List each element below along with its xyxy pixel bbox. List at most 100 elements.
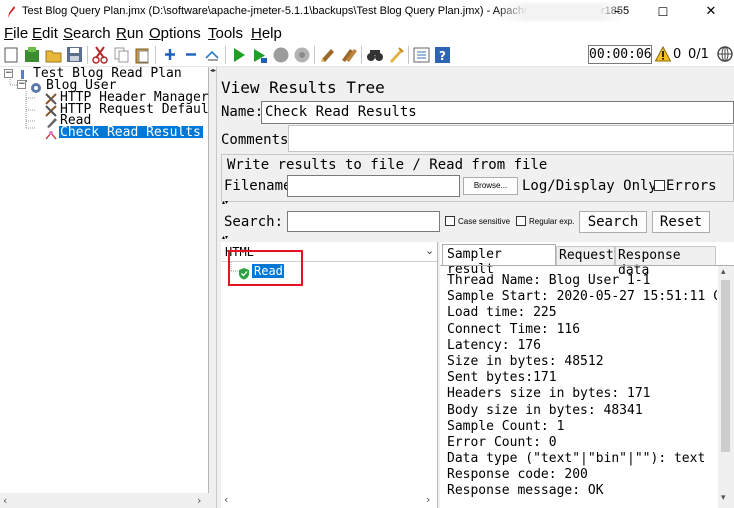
menu-tools[interactable]: Tools (208, 24, 243, 43)
cut-icon[interactable] (92, 46, 110, 64)
scrollbar-thumb[interactable] (721, 280, 730, 452)
open-icon[interactable] (45, 46, 63, 64)
case-sensitive-checkbox[interactable] (445, 216, 455, 226)
collapse-toggle-plan[interactable]: − (4, 69, 13, 78)
toolbar-separator (314, 46, 315, 64)
panel-heading: View Results Tree (221, 78, 385, 97)
templates-icon[interactable] (24, 46, 42, 64)
errors-checkbox[interactable] (654, 180, 665, 191)
scroll-left-arrow-icon[interactable]: ‹ (224, 493, 228, 506)
scroll-left-arrow-icon[interactable]: ‹ (3, 494, 7, 507)
result-line: Latency: 176 (447, 337, 541, 353)
sample-detail-panel: Sampler result Request Response data Thr… (440, 242, 734, 508)
title-bar: Test Blog Query Plan.jmx (D:\software\ap… (0, 0, 734, 24)
menu-help[interactable]: Help (251, 24, 282, 43)
expand-icon[interactable] (162, 46, 180, 64)
chevron-down-icon[interactable]: ⌄ (425, 244, 434, 257)
minimize-button[interactable]: – (594, 0, 640, 24)
remote-status-icon[interactable] (717, 46, 733, 62)
sample-results-tree: HTML ⌄ Read ‹ › (221, 242, 438, 508)
svg-text:?: ? (439, 49, 446, 63)
jmeter-feather-icon (6, 5, 18, 19)
help-icon[interactable]: ? (434, 46, 452, 64)
function-helper-icon[interactable] (413, 46, 431, 64)
search-button[interactable]: Search (579, 211, 647, 233)
name-label: Name: (221, 104, 264, 120)
file-section-title: Write results to file / Read from file (227, 157, 548, 173)
result-line: Sent bytes:171 (447, 370, 557, 386)
elapsed-timer: 00:00:06 (588, 45, 652, 64)
close-button[interactable]: ✕ (688, 0, 734, 24)
menu-search[interactable]: Search (63, 24, 111, 43)
start-no-pauses-icon[interactable] (251, 46, 269, 64)
toolbar-separator (408, 46, 409, 64)
pane-splitter[interactable]: ◂▸ (209, 67, 217, 508)
filename-label: Filename (224, 178, 292, 194)
regular-exp-label: Regular exp. (529, 217, 575, 226)
warning-count: 0 (673, 47, 682, 62)
toggle-icon[interactable] (204, 46, 222, 64)
warning-icon[interactable] (654, 45, 672, 62)
result-line: Sample Count: 1 (447, 418, 565, 434)
collapse-icon[interactable] (183, 46, 201, 64)
result-line: Connect Time: 116 (447, 321, 581, 337)
clear-icon[interactable] (319, 46, 337, 64)
scroll-down-arrow-icon[interactable]: ▾ (721, 493, 726, 503)
detail-vertical-scrollbar[interactable]: ▴ ▾ (718, 266, 734, 508)
result-line: Sample Start: 2020-05-27 15:51:11 CST (447, 289, 717, 305)
name-field-value: Check Read Results (265, 104, 417, 120)
annotation-highlight-box (228, 250, 303, 286)
save-icon[interactable] (66, 46, 84, 64)
splitter-arrows-icon[interactable]: ◂▸ (210, 67, 216, 74)
menu-options[interactable]: Options (149, 24, 201, 43)
regular-exp-checkbox[interactable] (516, 216, 526, 226)
thread-group-gear-icon (30, 79, 42, 93)
clear-all-icon[interactable] (340, 46, 358, 64)
result-line: Data type ("text"|"bin"|""): text (447, 451, 706, 467)
search-icon[interactable] (366, 46, 384, 64)
collapse-arrows-icon[interactable]: ▴▾ (222, 200, 228, 206)
search-input[interactable] (287, 211, 440, 232)
scroll-up-arrow-icon[interactable]: ▴ (721, 267, 726, 277)
tab-request[interactable]: Request (556, 246, 615, 265)
result-line: Thread Name: Blog User 1-1 (447, 273, 651, 288)
test-plan-tree: − Test Blog Read Plan − Blog User HTTP H… (0, 67, 217, 508)
browse-button[interactable]: Browse... (463, 177, 518, 195)
result-line: Load time: 225 (447, 305, 557, 321)
start-icon[interactable] (230, 46, 248, 64)
toolbar-separator (361, 46, 362, 64)
collapse-arrows-icon[interactable]: ▴▾ (222, 235, 228, 241)
tree-item-listener[interactable]: Check Read Results (60, 126, 201, 139)
result-line: Body size in bytes: 48341 (447, 402, 643, 418)
paste-icon[interactable] (134, 46, 152, 64)
log-display-label: Log/Display Only: (522, 178, 666, 194)
maximize-button[interactable]: ☐ (640, 0, 686, 24)
name-field[interactable]: Check Read Results (261, 101, 734, 124)
collapse-toggle-thread-group[interactable]: − (17, 80, 26, 89)
scroll-right-arrow-icon[interactable]: › (426, 493, 430, 506)
menu-run[interactable]: Run (116, 24, 144, 43)
search-label: Search: (224, 214, 284, 230)
listener-icon (45, 126, 58, 140)
filename-input[interactable] (287, 175, 460, 197)
menu-file[interactable]: File (4, 24, 28, 43)
reset-button[interactable]: Reset (652, 211, 710, 233)
copy-icon[interactable] (113, 46, 131, 64)
active-threads: 0/1 (688, 47, 709, 62)
toolbar-separator (225, 46, 226, 64)
tab-response-data[interactable]: Response data (615, 246, 716, 278)
result-line: Error Count: 0 (447, 434, 557, 450)
shutdown-icon[interactable] (293, 46, 311, 64)
tree-horizontal-scrollbar[interactable]: ‹ › (0, 493, 209, 508)
comments-field[interactable] (288, 125, 734, 152)
tab-strip-border (440, 265, 734, 266)
new-icon[interactable] (3, 46, 21, 64)
result-line: Headers size in bytes: 171 (447, 386, 651, 402)
reset-search-icon[interactable] (387, 46, 405, 64)
stop-icon[interactable] (272, 46, 290, 64)
case-sensitive-label: Case sensitive (458, 217, 511, 226)
comments-label: Comments: (221, 132, 297, 148)
menu-edit[interactable]: Edit (32, 24, 58, 43)
scroll-right-arrow-icon[interactable]: › (197, 494, 201, 507)
tab-sampler-result[interactable]: Sampler result (442, 244, 556, 277)
